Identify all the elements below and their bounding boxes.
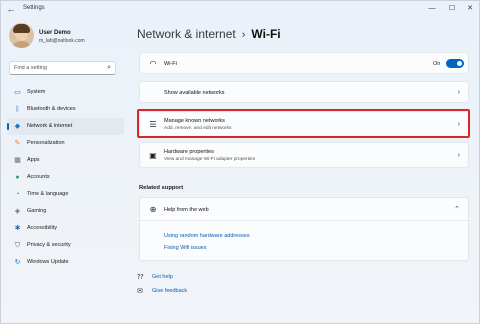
chevron-right-icon: ›	[457, 152, 460, 159]
chevron-right-icon: ›	[457, 89, 460, 96]
sidebar-item-system[interactable]: ▭ System	[7, 84, 124, 101]
sidebar-item-label: Apps	[27, 157, 40, 163]
sidebar-item-accessibility[interactable]: ✱ Accessibility	[7, 220, 124, 237]
accessibility-icon: ✱	[14, 225, 21, 232]
help-icon: ⁇	[137, 274, 144, 281]
highlight-box	[137, 109, 470, 138]
shield-icon: ⛉	[14, 242, 21, 249]
avatar	[9, 23, 34, 48]
sidebar-item-label: Accessibility	[27, 225, 57, 231]
sidebar-item-bluetooth[interactable]: ᛒ Bluetooth & devices	[7, 101, 124, 118]
hardware-subtitle: View and manage Wi-Fi adapter properties	[164, 157, 256, 162]
sidebar-item-time-language[interactable]: ◔ Time & language	[7, 186, 124, 203]
gamepad-icon: ◈	[14, 208, 21, 215]
sidebar-item-accounts[interactable]: ● Accounts	[7, 169, 124, 186]
sidebar-item-label: Bluetooth & devices	[27, 106, 76, 112]
wifi-icon: ◆	[14, 123, 21, 130]
search-icon: ⌕	[107, 64, 111, 71]
wifi-toggle-switch[interactable]	[446, 59, 464, 68]
person-icon: ●	[15, 174, 20, 181]
sidebar-item-label: Privacy & security	[27, 242, 71, 248]
sidebar-item-label: Time & language	[27, 191, 69, 197]
get-help-label: Get help	[152, 274, 173, 280]
sidebar-item-personalization[interactable]: ✎ Personalization	[7, 135, 124, 152]
title-bar: ← Settings — ☐ ✕	[1, 1, 479, 17]
sidebar-item-privacy[interactable]: ⛉ Privacy & security	[7, 237, 124, 254]
back-arrow-icon[interactable]: ←	[6, 4, 16, 14]
sidebar-item-label: System	[27, 89, 46, 95]
sidebar-item-label: Network & internet	[27, 123, 73, 129]
breadcrumb-parent[interactable]: Network & internet	[137, 27, 236, 41]
show-available-networks-row[interactable]: Show available networks ›	[139, 81, 469, 103]
sidebar-item-windows-update[interactable]: ↻ Windows Update	[7, 254, 124, 271]
bluetooth-icon: ᛒ	[15, 106, 20, 113]
breadcrumb: Network & internet › Wi-Fi	[137, 25, 281, 43]
wifi-icon: ◠	[149, 59, 157, 68]
wifi-state-label: On	[433, 61, 441, 67]
close-button[interactable]: ✕	[463, 3, 477, 14]
help-from-web-card: ⊕ Help from the web ⌃ Using random hardw…	[139, 197, 469, 261]
give-feedback-label: Give feedback	[152, 288, 188, 294]
globe-icon: ⊕	[149, 205, 157, 214]
monitor-icon: ▭	[14, 89, 21, 96]
link-fixing-wifi-issues[interactable]: Fixing Wifi issues	[164, 245, 206, 251]
search-placeholder: Find a setting	[14, 65, 48, 71]
chevron-up-icon[interactable]: ⌃	[454, 205, 460, 213]
sidebar-nav: ▭ System ᛒ Bluetooth & devices ◆ Network…	[7, 84, 124, 271]
globe-clock-icon: ◔	[15, 191, 20, 198]
sidebar-item-label: Personalization	[27, 140, 65, 146]
apps-icon: ▦	[14, 157, 21, 164]
sidebar-item-apps[interactable]: ▦ Apps	[7, 152, 124, 169]
sidebar-item-label: Accounts	[27, 174, 50, 180]
minimize-button[interactable]: —	[425, 3, 439, 14]
settings-window: ← Settings — ☐ ✕ User Demo m_lab@outlook…	[0, 0, 480, 324]
wifi-toggle-row[interactable]: ◠ Wi-Fi On	[139, 52, 469, 74]
brush-icon: ✎	[14, 140, 21, 147]
user-name: User Demo	[39, 30, 71, 36]
related-support-heading: Related support	[139, 185, 184, 191]
link-random-hardware-addresses[interactable]: Using random hardware addresses	[164, 233, 250, 239]
update-icon: ↻	[14, 259, 21, 266]
hardware-title: Hardware properties	[164, 149, 214, 155]
search-input[interactable]: Find a setting ⌕	[9, 61, 116, 75]
wifi-label: Wi-Fi	[164, 61, 177, 67]
sidebar-item-gaming[interactable]: ◈ Gaming	[7, 203, 124, 220]
maximize-button[interactable]: ☐	[445, 3, 459, 14]
sidebar-item-label: Gaming	[27, 208, 47, 214]
feedback-icon: ✉	[137, 288, 143, 295]
hardware-properties-row[interactable]: ▣ Hardware properties View and manage Wi…	[139, 142, 469, 168]
breadcrumb-separator: ›	[241, 29, 246, 41]
sidebar-item-label: Windows Update	[27, 259, 69, 265]
card-divider	[139, 220, 469, 221]
user-email: m_lab@outlook.com	[39, 38, 85, 44]
adapter-icon: ▣	[149, 151, 157, 160]
show-networks-label: Show available networks	[164, 90, 225, 96]
window-title: Settings	[23, 5, 45, 11]
sidebar-item-network[interactable]: ◆ Network & internet	[7, 118, 124, 135]
help-title: Help from the web	[164, 207, 209, 213]
page-title: Wi-Fi	[251, 27, 281, 41]
